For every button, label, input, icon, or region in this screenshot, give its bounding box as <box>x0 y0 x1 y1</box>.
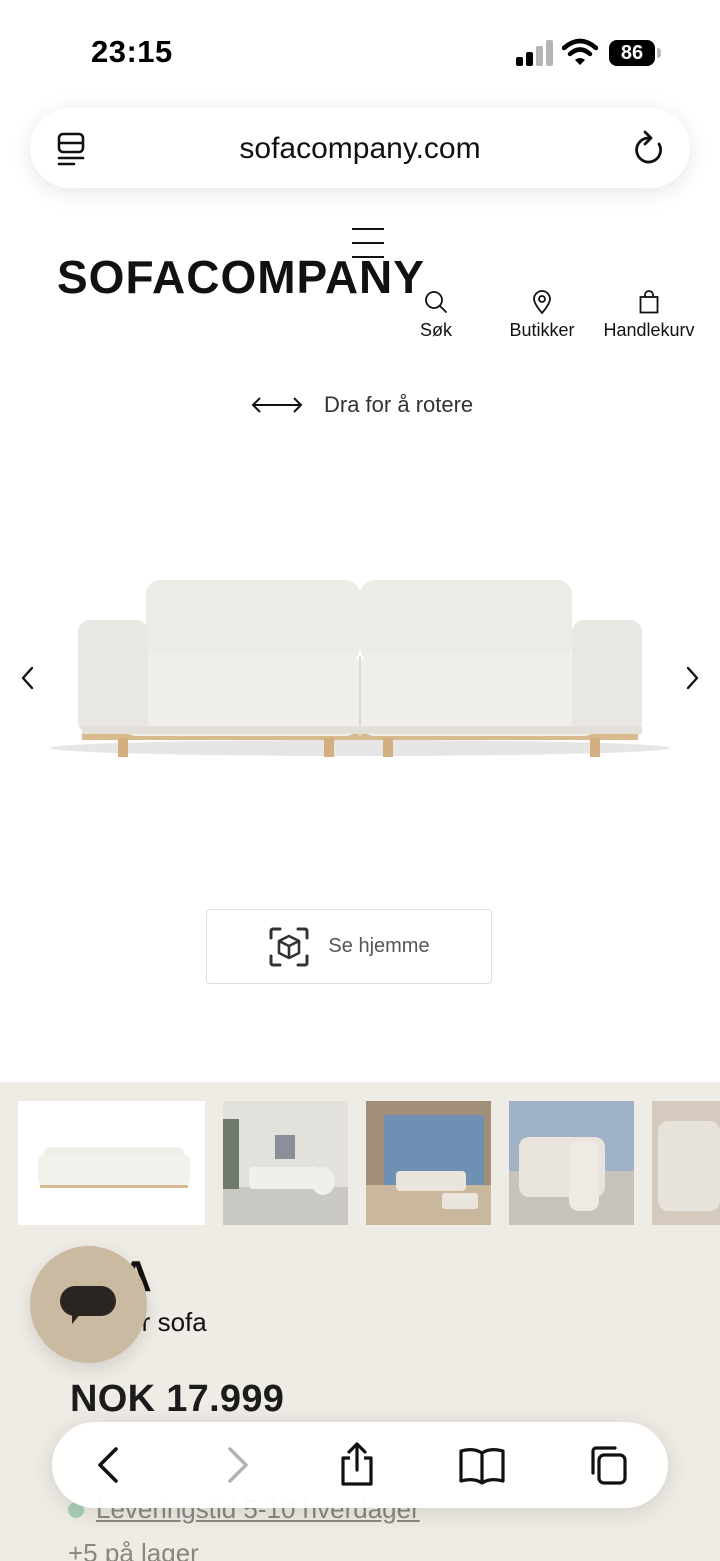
gallery-thumbnail[interactable] <box>18 1101 205 1225</box>
gallery-thumbnail[interactable] <box>652 1101 720 1225</box>
status-time: 23:15 <box>91 34 173 69</box>
location-pin-icon <box>533 290 551 314</box>
rotate-hint: Dra for å rotere <box>250 390 473 420</box>
chat-button[interactable] <box>30 1246 147 1363</box>
next-arrow-icon[interactable] <box>680 664 704 692</box>
search-icon <box>425 291 447 313</box>
nav-stores[interactable]: Butikker <box>500 290 584 341</box>
view-in-ar-button[interactable]: Se hjemme <box>206 909 492 984</box>
bookmarks-button[interactable] <box>457 1440 507 1490</box>
stock-status: +5 på lager <box>68 1538 199 1561</box>
shopping-bag-icon <box>639 290 659 314</box>
rotate-hint-text: Dra for å rotere <box>324 392 474 417</box>
nav-cart[interactable]: Handlekurv <box>594 290 704 341</box>
nav-cart-label: Handlekurv <box>603 320 695 340</box>
book-icon <box>459 1448 505 1485</box>
gallery-thumbnail[interactable] <box>366 1101 491 1225</box>
previous-arrow-icon[interactable] <box>16 664 40 692</box>
share-icon <box>341 1442 373 1486</box>
view-in-ar-label: Se hjemme <box>328 935 430 957</box>
share-button[interactable] <box>332 1440 382 1490</box>
status-bar: 23:15 86 <box>0 0 720 100</box>
browser-toolbar <box>52 1422 668 1508</box>
tabs-icon <box>591 1446 627 1485</box>
tabs-button[interactable] <box>582 1440 632 1490</box>
gallery-thumbnail[interactable] <box>509 1101 634 1225</box>
chevron-left-icon <box>98 1447 118 1483</box>
chevron-right-icon <box>228 1447 248 1483</box>
site-logo[interactable]: SOFACOMPANY <box>57 250 425 304</box>
battery-level: 86 <box>609 40 655 66</box>
reload-icon[interactable] <box>632 130 666 166</box>
horizontal-arrows-icon <box>251 397 303 413</box>
nav-stores-label: Butikker <box>509 320 575 340</box>
cellular-signal-icon <box>516 40 554 66</box>
forward-button[interactable] <box>212 1440 262 1490</box>
product-price: NOK 17.999 <box>70 1378 285 1420</box>
sofa-3d-model[interactable] <box>40 560 680 770</box>
gallery-thumbnail[interactable] <box>223 1101 348 1225</box>
wifi-icon <box>562 38 598 65</box>
address-bar[interactable]: sofacompany.com <box>30 108 690 188</box>
nav-search[interactable]: Søk <box>405 290 467 341</box>
battery-icon: 86 <box>609 40 661 66</box>
nav-search-label: Søk <box>419 320 452 340</box>
url-text[interactable]: sofacompany.com <box>30 132 690 166</box>
back-button[interactable] <box>84 1440 134 1490</box>
ar-cube-icon <box>269 927 309 966</box>
